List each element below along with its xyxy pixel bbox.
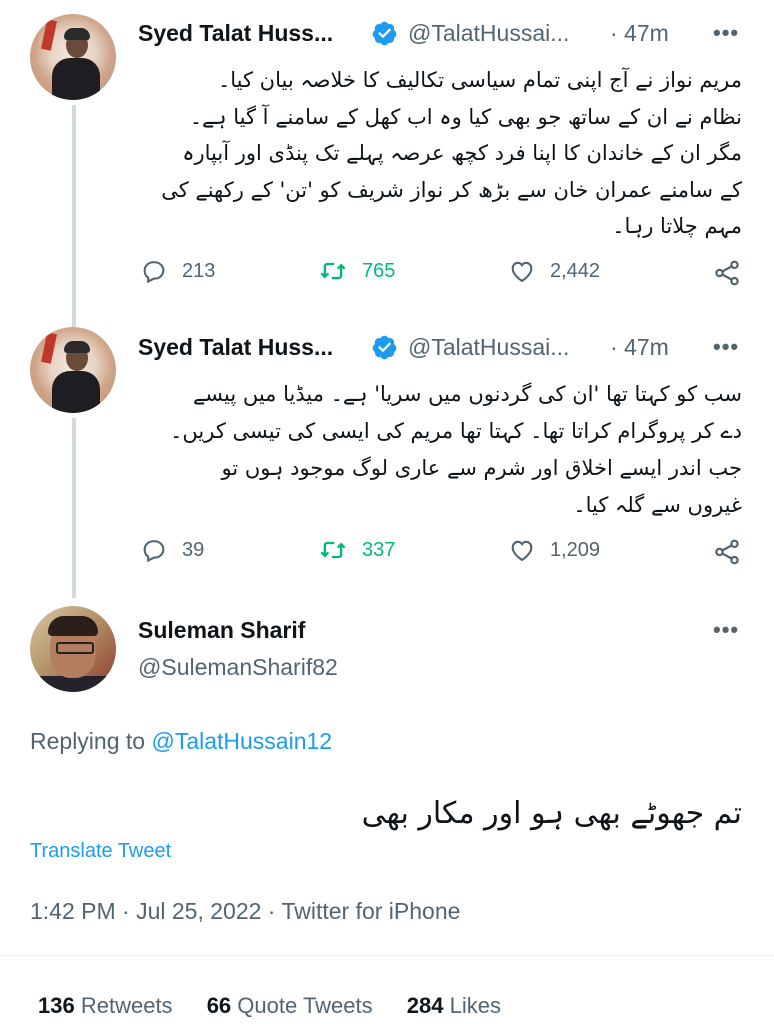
retweet-count: 337 xyxy=(362,538,396,561)
tweet-text: تم جھوٹے بھی ہو اور مکار بھی xyxy=(361,796,742,831)
translate-tweet-link[interactable]: Translate Tweet xyxy=(30,840,171,863)
replying-to: Replying to @TalatHussain12 xyxy=(30,728,332,755)
tweet-stats: 136 Retweets 66 Quote Tweets 284 Likes xyxy=(38,993,501,1019)
heart-icon xyxy=(511,261,533,283)
share-icon[interactable] xyxy=(712,537,742,567)
tweet-time[interactable]: · 47m xyxy=(610,334,669,361)
like-count: 2,442 xyxy=(550,259,601,282)
share-icon[interactable] xyxy=(712,258,742,288)
retweet-icon xyxy=(320,262,346,280)
reply-icon xyxy=(143,261,165,284)
thread-line xyxy=(72,105,76,327)
like-count: 1,209 xyxy=(550,538,601,561)
reply-icon xyxy=(143,540,165,563)
reply-count: 39 xyxy=(182,538,205,561)
author-handle[interactable]: @SulemanSharif82 xyxy=(138,654,338,681)
more-options-icon[interactable]: ••• xyxy=(713,617,739,643)
tweet-timestamp[interactable]: 1:42 PM · Jul 25, 2022 · Twitter for iPh… xyxy=(30,898,460,925)
retweets-stat[interactable]: 136 Retweets xyxy=(38,993,173,1018)
retweet-count: 765 xyxy=(362,259,396,282)
tweet-text: سب کو کہتا تھا 'ان کی گردنوں میں سریا' ہ… xyxy=(170,382,742,517)
retweet-button[interactable]: 765 xyxy=(318,257,395,285)
author-handle[interactable]: @TalatHussai... xyxy=(408,20,569,47)
divider xyxy=(0,955,774,956)
avatar[interactable] xyxy=(30,327,116,413)
author-name[interactable]: Suleman Sharif xyxy=(138,617,305,644)
more-options-icon[interactable]: ••• xyxy=(713,20,739,46)
author-handle[interactable]: @TalatHussai... xyxy=(408,334,569,361)
verified-badge-icon xyxy=(372,21,397,46)
like-button[interactable]: 2,442 xyxy=(508,257,600,285)
tweet-text: مریم نواز نے آج اپنی تمام سیاسی تکالیف ک… xyxy=(161,68,742,238)
avatar[interactable] xyxy=(30,606,116,692)
reply-button[interactable]: 213 xyxy=(140,257,215,285)
likes-stat[interactable]: 284 Likes xyxy=(407,993,501,1018)
author-name[interactable]: Syed Talat Huss... xyxy=(138,20,333,47)
retweet-button[interactable]: 337 xyxy=(318,536,395,564)
replying-to-label: Replying to xyxy=(30,728,146,754)
avatar[interactable] xyxy=(30,14,116,100)
heart-icon xyxy=(511,540,533,562)
author-name[interactable]: Syed Talat Huss... xyxy=(138,334,333,361)
reply-count: 213 xyxy=(182,259,216,282)
retweet-icon xyxy=(320,541,346,559)
replying-to-mention[interactable]: @TalatHussain12 xyxy=(151,728,332,754)
tweet-time[interactable]: · 47m xyxy=(610,20,669,47)
quote-tweets-stat[interactable]: 66 Quote Tweets xyxy=(207,993,373,1018)
thread-line xyxy=(72,418,76,598)
like-button[interactable]: 1,209 xyxy=(508,536,600,564)
reply-button[interactable]: 39 xyxy=(140,536,204,564)
verified-badge-icon xyxy=(372,335,397,360)
more-options-icon[interactable]: ••• xyxy=(713,334,739,360)
